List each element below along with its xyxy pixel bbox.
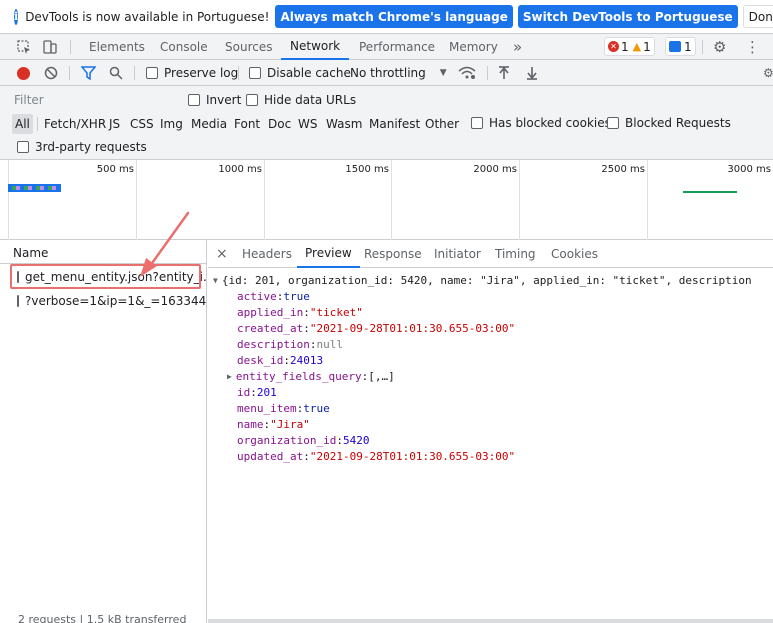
devtools-window: i DevTools is now available in Portugues…: [0, 0, 773, 623]
annotation-arrow: [140, 211, 190, 277]
